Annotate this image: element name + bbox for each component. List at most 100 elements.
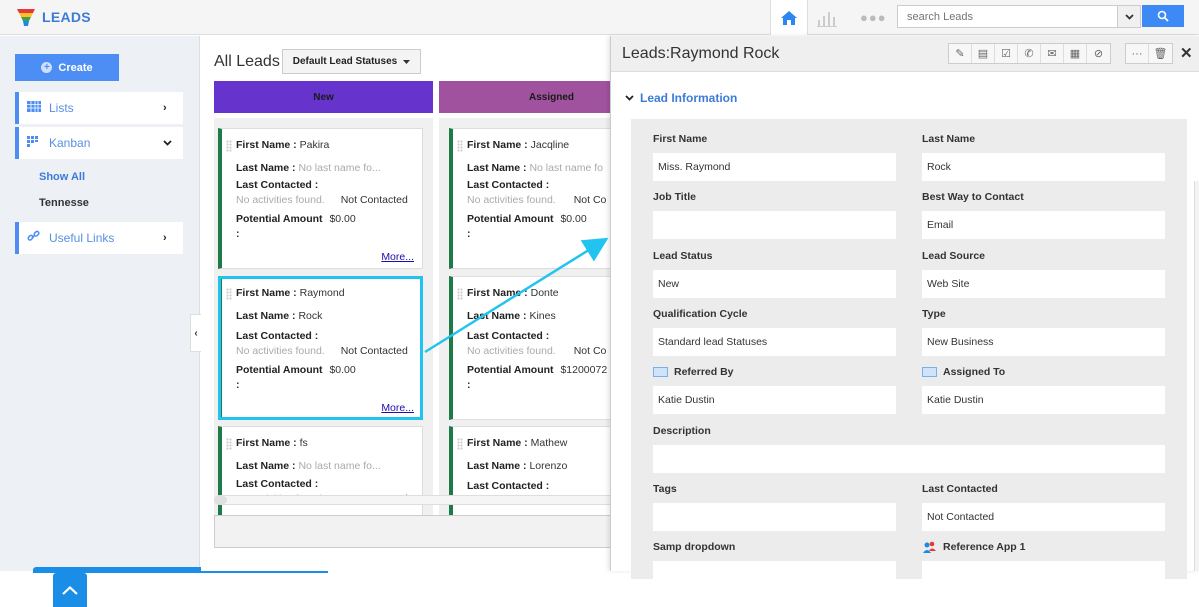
field-label: Referred By [674,366,734,378]
field-label: : [236,228,240,240]
drag-handle-icon[interactable] [457,140,463,152]
task-check-icon[interactable]: ☑ [995,44,1018,63]
amount-value: $0.00 [329,213,356,225]
phone-icon[interactable]: ✆ [1018,44,1041,63]
lead-card[interactable]: First Name : fs Last Name : No last name… [218,426,423,528]
scrollbar-thumb[interactable] [215,496,227,504]
close-icon[interactable]: ✕ [1180,44,1193,62]
lead-card[interactable]: First Name : Jacqline Last Name : No las… [449,128,611,269]
calendar-icon[interactable]: ▤ [972,44,995,63]
sidebar: + Create Lists › Kanban Show All Tenness… [0,36,328,607]
last-name-field[interactable]: Rock [922,153,1165,181]
column-title: New [313,91,334,103]
search-button[interactable] [1142,5,1184,27]
note-icon[interactable]: ▦ [1064,44,1087,63]
drag-handle-icon[interactable] [457,288,463,300]
job-title-field[interactable] [653,211,896,239]
app-title: LEADS [42,9,91,25]
first-name-field[interactable]: Miss. Raymond [653,153,896,181]
plus-circle-icon: + [41,62,53,73]
first-name-value: Mathew [530,437,568,449]
kanban-show-all[interactable]: Show All [39,171,85,183]
field-label: Last Contacted : [236,330,319,342]
drag-handle-icon[interactable] [457,438,463,450]
lead-card[interactable]: First Name : Mathew Last Name : Lorenzo … [449,426,611,528]
bar-chart-icon[interactable] [816,8,838,28]
referred-by-field[interactable]: Katie Dustin [653,386,896,414]
amount-value: $1200072 [560,364,608,376]
more-link[interactable]: More... [381,402,414,414]
pin-icon[interactable]: ✎ [949,44,972,63]
search-dropdown-button[interactable] [1117,6,1140,27]
ellipsis-icon[interactable]: ●●● [860,10,887,25]
lead-card[interactable]: First Name : Donte Last Name : Kines Las… [449,276,611,420]
type-field[interactable]: New Business [922,328,1165,356]
best-way-to-contact-field[interactable]: Email [922,211,1165,239]
chevron-right-icon: › [163,102,167,114]
create-label: Create [58,61,93,74]
column-assigned: First Name : Jacqline Last Name : No las… [439,118,611,528]
drag-handle-icon[interactable] [226,438,232,450]
more-icon[interactable]: ··· [1126,44,1149,63]
qualification-cycle-field[interactable]: Standard lead Statuses [653,328,896,356]
assigned-to-label: Assigned To [922,366,1005,378]
tags-field[interactable] [653,503,896,531]
attachment-icon[interactable]: ⊘ [1087,44,1110,63]
horizontal-scrollbar[interactable] [214,495,614,505]
sidebar-item-label: Kanban [49,136,91,150]
contact-card-icon [922,367,937,377]
field-label: Reference App 1 [943,541,1026,553]
field-label: Best Way to Contact [922,191,1024,203]
contact-status-value: Not Co [573,194,607,206]
field-label: First Name [653,133,708,145]
drag-handle-icon[interactable] [226,140,232,152]
home-button[interactable] [770,0,808,35]
mail-icon[interactable]: ✉ [1041,44,1064,63]
link-icon [19,230,49,246]
field-label: Assigned To [943,366,1006,378]
detail-scrollbar[interactable] [1194,181,1199,571]
column-header-new[interactable]: New [214,81,433,113]
kanban-tennesse[interactable]: Tennesse [39,197,89,209]
create-button[interactable]: + Create [15,54,119,81]
column-header-assigned[interactable]: Assigned [439,81,619,113]
description-field[interactable] [653,445,1165,473]
collapse-sidebar-button[interactable]: ‹ [190,314,201,352]
sidebar-item-label: Lists [49,101,74,115]
activity-value: No activities found. [467,345,556,357]
reference-app-field[interactable] [922,561,1165,589]
chevron-up-icon [62,585,78,595]
sidebar-item-useful-links[interactable]: Useful Links › [15,222,183,254]
field-label: Last Contacted : [467,480,550,492]
lead-source-field[interactable]: Web Site [922,270,1165,298]
column-title: Assigned [528,91,574,103]
field-label: Samp dropdown [653,541,736,553]
chevron-left-icon: ‹ [194,327,198,339]
chevron-right-icon: › [163,232,167,244]
scroll-to-top-button[interactable] [53,573,87,607]
contact-status-value: Not Contacted [340,345,408,357]
lead-card-selected[interactable]: First Name : Raymond Last Name : Rock La… [218,276,423,420]
search-field [897,5,1141,28]
field-label: First Name : [467,287,528,299]
assigned-to-field[interactable]: Katie Dustin [922,386,1165,414]
last-contacted-field[interactable]: Not Contacted [922,503,1165,531]
lead-status-field[interactable]: New [653,270,896,298]
activity-value: No activities found. [236,345,325,357]
field-label: Last Name : [467,310,527,322]
field-label: First Name : [236,139,297,151]
caret-down-icon [403,59,411,64]
drag-handle-icon[interactable] [226,288,232,300]
lead-status-select[interactable]: Default Lead Statuses [282,49,421,74]
field-label: : [467,379,471,391]
section-lead-information[interactable]: Lead Information [625,91,737,105]
lead-card[interactable]: First Name : Pakira Last Name : No last … [218,128,423,269]
search-input[interactable] [898,6,1116,27]
more-link[interactable]: More... [381,251,414,263]
samp-dropdown-field[interactable] [653,561,896,589]
sidebar-item-kanban[interactable]: Kanban [15,127,183,159]
sidebar-item-lists[interactable]: Lists › [15,92,183,124]
search-icon [1157,10,1169,22]
trash-icon[interactable]: 🗑 [1149,44,1172,63]
detail-header: Leads:Raymond Rock ✎ ▤ ☑ ✆ ✉ ▦ ⊘ ··· 🗑 ✕ [611,36,1199,72]
